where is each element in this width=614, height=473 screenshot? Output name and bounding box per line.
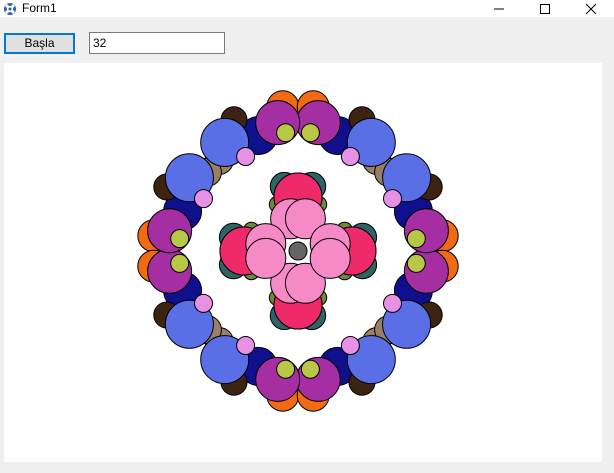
title-bar: Form1 [0,0,614,17]
close-button[interactable] [568,0,614,17]
center-circle [288,241,308,261]
circle-pattern [137,90,459,412]
pattern-circle [245,237,287,279]
pattern-circle [170,229,190,249]
pattern-circle [236,336,256,355]
window-title: Form1 [22,1,57,15]
app-icon[interactable] [3,2,17,16]
pattern-circle [340,336,360,355]
pattern-circle [383,293,402,313]
minimize-icon [494,8,504,10]
minimize-button[interactable] [476,0,522,17]
pattern-circle [276,359,296,379]
pattern-circle [300,123,320,143]
start-button[interactable]: Başla [4,33,75,54]
pattern-circle [194,293,213,313]
pattern-circle [194,189,213,209]
maximize-button[interactable] [522,0,568,17]
drawing-canvas [4,63,602,462]
pattern-circle [340,147,360,166]
pattern-circle [309,237,351,279]
close-icon [585,3,597,15]
maximize-icon [540,4,550,14]
pattern-circle [276,123,296,143]
pattern-circle [300,359,320,379]
count-input[interactable] [89,32,225,54]
pattern-circle [170,253,190,273]
pattern-circle [383,189,402,209]
pattern-circle [236,147,256,166]
pattern-circle [406,253,426,273]
pattern-circle [406,229,426,249]
